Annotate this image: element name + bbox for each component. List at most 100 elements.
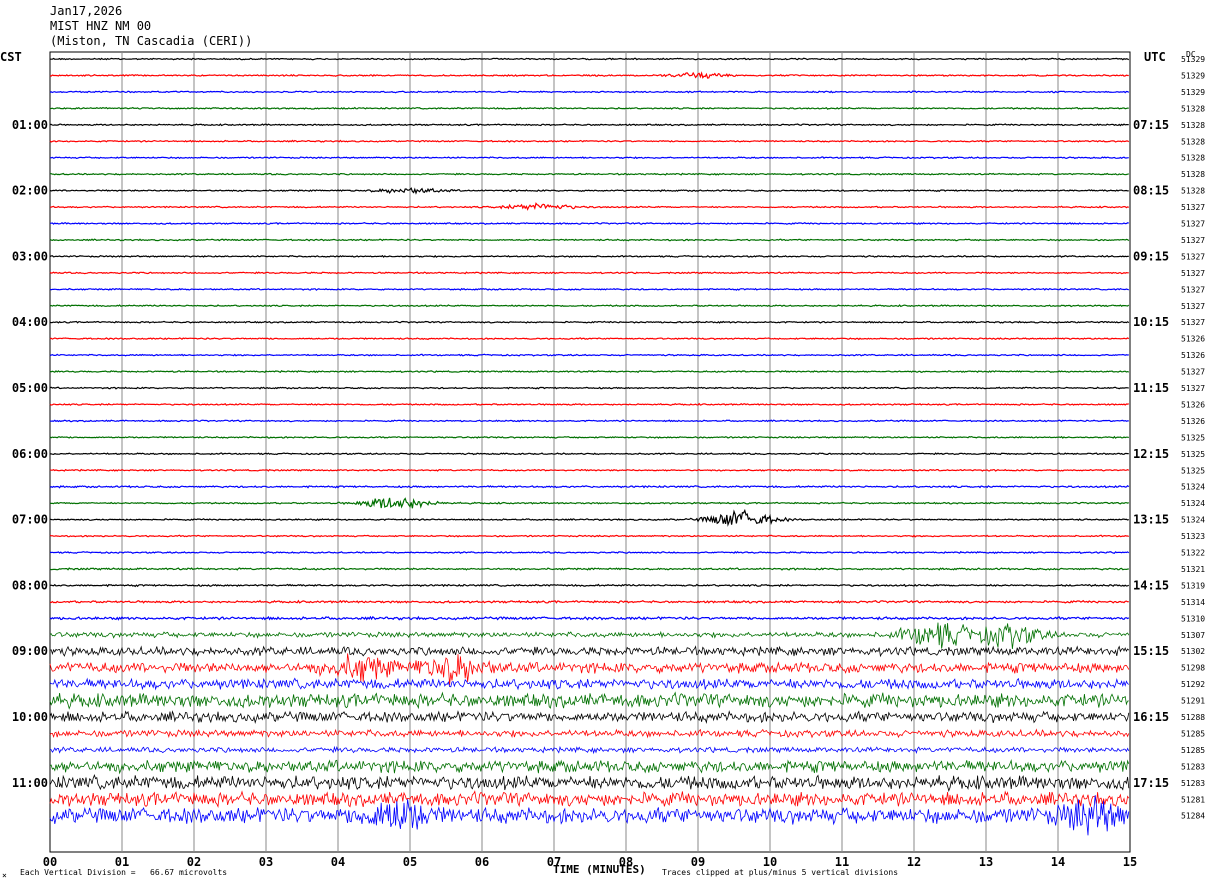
utc-time-label: 10:15 [1133,315,1169,329]
dc-value-label: 51322 [1181,549,1205,558]
dc-value-label: 51327 [1181,236,1205,245]
x-tick-label: 03 [259,855,273,869]
dc-value-label: 51281 [1181,795,1205,804]
cst-time-label: 01:00 [12,118,48,132]
seismic-trace [49,567,1129,571]
dc-value-label: 51329 [1181,71,1205,80]
utc-time-label: 14:15 [1133,578,1169,592]
cst-time-label: 06:00 [12,447,48,461]
dc-value-label: 51302 [1181,647,1205,656]
seismic-trace [49,550,1130,555]
x-tick-label: 14 [1051,855,1065,869]
dc-value-label: 51323 [1181,532,1205,541]
dc-offset-labels: 51329 51329 51329 51328 51328 51328 51328 51328… [1181,55,1205,821]
seismic-trace [49,691,1129,710]
seismic-trace [49,337,1130,341]
cst-time-label: 11:00 [12,776,48,790]
utc-time-label: 13:15 [1133,513,1169,527]
dc-value-label: 51327 [1181,318,1205,327]
seismic-trace [49,534,1129,538]
dc-value-label: 51329 [1181,88,1205,97]
seismic-trace [49,468,1130,472]
seismic-trace [49,759,1130,775]
seismic-trace [49,728,1130,739]
seismic-trace [49,271,1129,275]
seismic-trace [49,508,1129,527]
dc-value-label: 51327 [1181,269,1205,278]
seismic-trace [49,497,1129,509]
dc-value-label: 51324 [1181,516,1205,525]
x-axis-title: TIME (MINUTES) [553,863,646,876]
cst-time-label: 07:00 [12,513,48,527]
dc-value-label: 51327 [1181,368,1205,377]
dc-value-label: 51328 [1181,104,1205,113]
seismic-trace [49,435,1129,439]
seismic-trace [49,402,1129,406]
x-tick-label: 10 [763,855,777,869]
utc-time-label: 09:15 [1133,249,1169,263]
dc-value-label: 51283 [1181,762,1205,771]
cst-time-label: 04:00 [12,315,48,329]
seismic-trace [49,254,1129,258]
cst-time-label: 02:00 [12,184,48,198]
dc-value-label: 51327 [1181,220,1205,229]
dc-value-label: 51325 [1181,433,1205,442]
seismic-trace [49,615,1130,621]
dc-value-label: 51328 [1181,137,1205,146]
dc-value-label: 51314 [1181,598,1205,607]
seismic-trace [49,645,1130,658]
x-tick-label: 15 [1123,855,1137,869]
x-tick-label: 00 [43,855,57,869]
dc-value-label: 51292 [1181,680,1205,689]
dc-value-label: 51327 [1181,203,1205,212]
seismic-trace [49,57,1130,61]
dc-value-label: 51325 [1181,450,1205,459]
dc-value-label: 51327 [1181,384,1205,393]
dc-value-label: 51326 [1181,400,1205,409]
seismic-trace [49,139,1130,143]
seismic-trace [49,745,1130,755]
dc-value-label: 51328 [1181,154,1205,163]
left-time-labels: 01:00 02:00 03:00 04:00 05:00 06:00 07:00 08:00… [12,118,48,790]
x-tick-label: 02 [187,855,201,869]
seismic-trace [49,370,1130,374]
seismic-trace [49,238,1130,242]
cst-time-label: 08:00 [12,578,48,592]
dc-value-label: 51329 [1181,55,1205,64]
seismic-trace [49,622,1130,650]
seismic-trace [49,774,1130,792]
x-tick-label: 04 [331,855,345,869]
utc-time-label: 07:15 [1133,118,1169,132]
seismogram-plot: 00 01 02 03 04 05 06 07 08 09 10 11 12 13 14 15 01:0002… [12,51,1205,869]
seismic-trace [49,320,1130,324]
x-tick-label: 12 [907,855,921,869]
utc-time-label: 15:15 [1133,644,1169,658]
utc-time-label: 17:15 [1133,776,1169,790]
dc-value-label: 51324 [1181,483,1205,492]
dc-value-label: 51326 [1181,351,1205,360]
dc-value-label: 51328 [1181,121,1205,130]
dc-value-label: 51321 [1181,565,1205,574]
seismic-trace [49,583,1130,588]
dc-value-label: 51328 [1181,187,1205,196]
right-time-labels: 07:15 08:15 09:15 10:15 11:15 12:15 13:15 14:15… [1133,118,1169,790]
dc-value-label: 51288 [1181,713,1205,722]
seismic-trace [50,452,1129,456]
utc-time-label: 12:15 [1133,447,1169,461]
dc-value-label: 51310 [1181,614,1205,623]
x-tick-label: 01 [115,855,129,869]
dc-value-label: 51324 [1181,499,1205,508]
dc-value-label: 51326 [1181,335,1205,344]
scale-note: Each Vertical Division = 66.67 microvolt… [20,868,228,877]
seismic-trace [49,287,1129,291]
dc-value-label: 51326 [1181,417,1205,426]
clip-note: Traces clipped at plus/minus 5 vertical … [662,868,899,877]
seismic-trace [49,187,1129,195]
dc-value-label: 51307 [1181,631,1205,640]
seismic-trace [49,304,1130,308]
utc-time-label: 16:15 [1133,710,1169,724]
seismic-trace [49,710,1130,725]
seismic-trace [49,419,1129,423]
seismic-trace [49,221,1129,226]
dc-value-label: 51327 [1181,252,1205,261]
